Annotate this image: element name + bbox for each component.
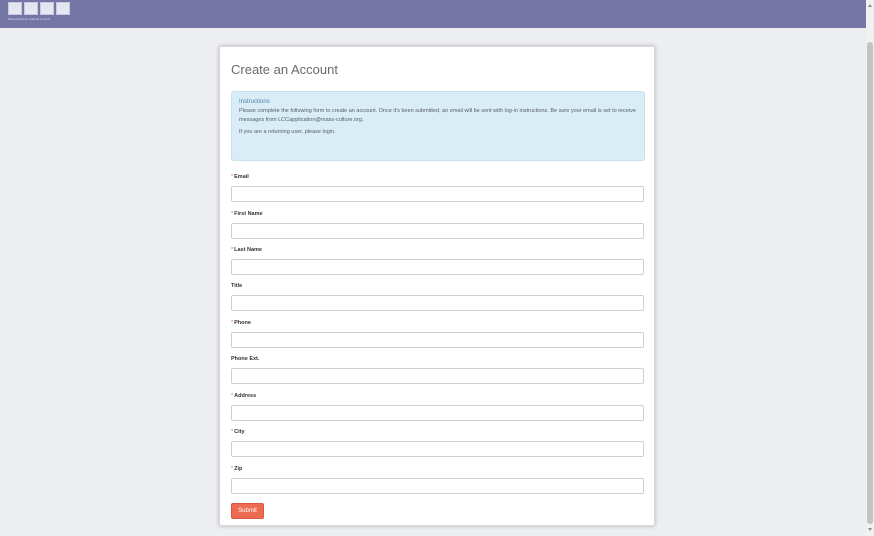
instructions-text: Please complete the following form to cr… [239,108,636,123]
logo-block [40,2,54,15]
top-header-bar: Massachusetts Cultural Council [0,0,866,28]
required-marker: * [231,247,234,253]
scroll-thumb[interactable] [867,42,873,524]
email-label: *Email [231,174,249,180]
mcc-logo[interactable]: Massachusetts Cultural Council [8,2,84,24]
city-label: *City [231,429,245,435]
logo-block [56,2,70,15]
scroll-down-arrow-icon[interactable] [868,528,872,531]
create-account-card: Create an Account Instructions Please co… [219,46,655,526]
phone-ext-label: Phone Ext. [231,356,260,362]
required-marker: * [231,174,234,180]
vertical-scrollbar[interactable] [866,0,874,536]
first-name-label: *First Name [231,211,263,217]
phone-label: *Phone [231,320,251,326]
title-label: Title [231,283,243,289]
required-marker: * [231,429,234,435]
required-marker: * [231,393,234,399]
logo-text: Massachusetts Cultural Council [8,17,51,21]
first-name-field[interactable] [231,223,644,239]
required-marker: * [231,211,234,217]
logo-block [24,2,38,15]
page-title: Create an Account [231,62,338,77]
logo-block [8,2,22,15]
title-field[interactable] [231,295,644,311]
phone-ext-field[interactable] [231,368,644,384]
last-name-label: *Last Name [231,247,262,253]
submit-button[interactable]: Submit [231,503,264,519]
zip-label: *Zip [231,466,243,472]
email-field[interactable] [231,186,644,202]
city-field[interactable] [231,441,644,457]
address-label: *Address [231,393,257,399]
instructions-alert: Instructions Please complete the followi… [231,91,645,161]
required-marker: * [231,466,234,472]
address-field[interactable] [231,405,644,421]
instructions-heading: Instructions [239,99,270,105]
phone-field[interactable] [231,332,644,348]
logo-graphic [8,2,70,15]
required-marker: * [231,320,234,326]
scroll-up-arrow-icon[interactable] [868,4,872,7]
zip-field[interactable] [231,478,644,494]
returning-user-text: If you are a returning user, please logi… [239,129,336,135]
last-name-field[interactable] [231,259,644,275]
